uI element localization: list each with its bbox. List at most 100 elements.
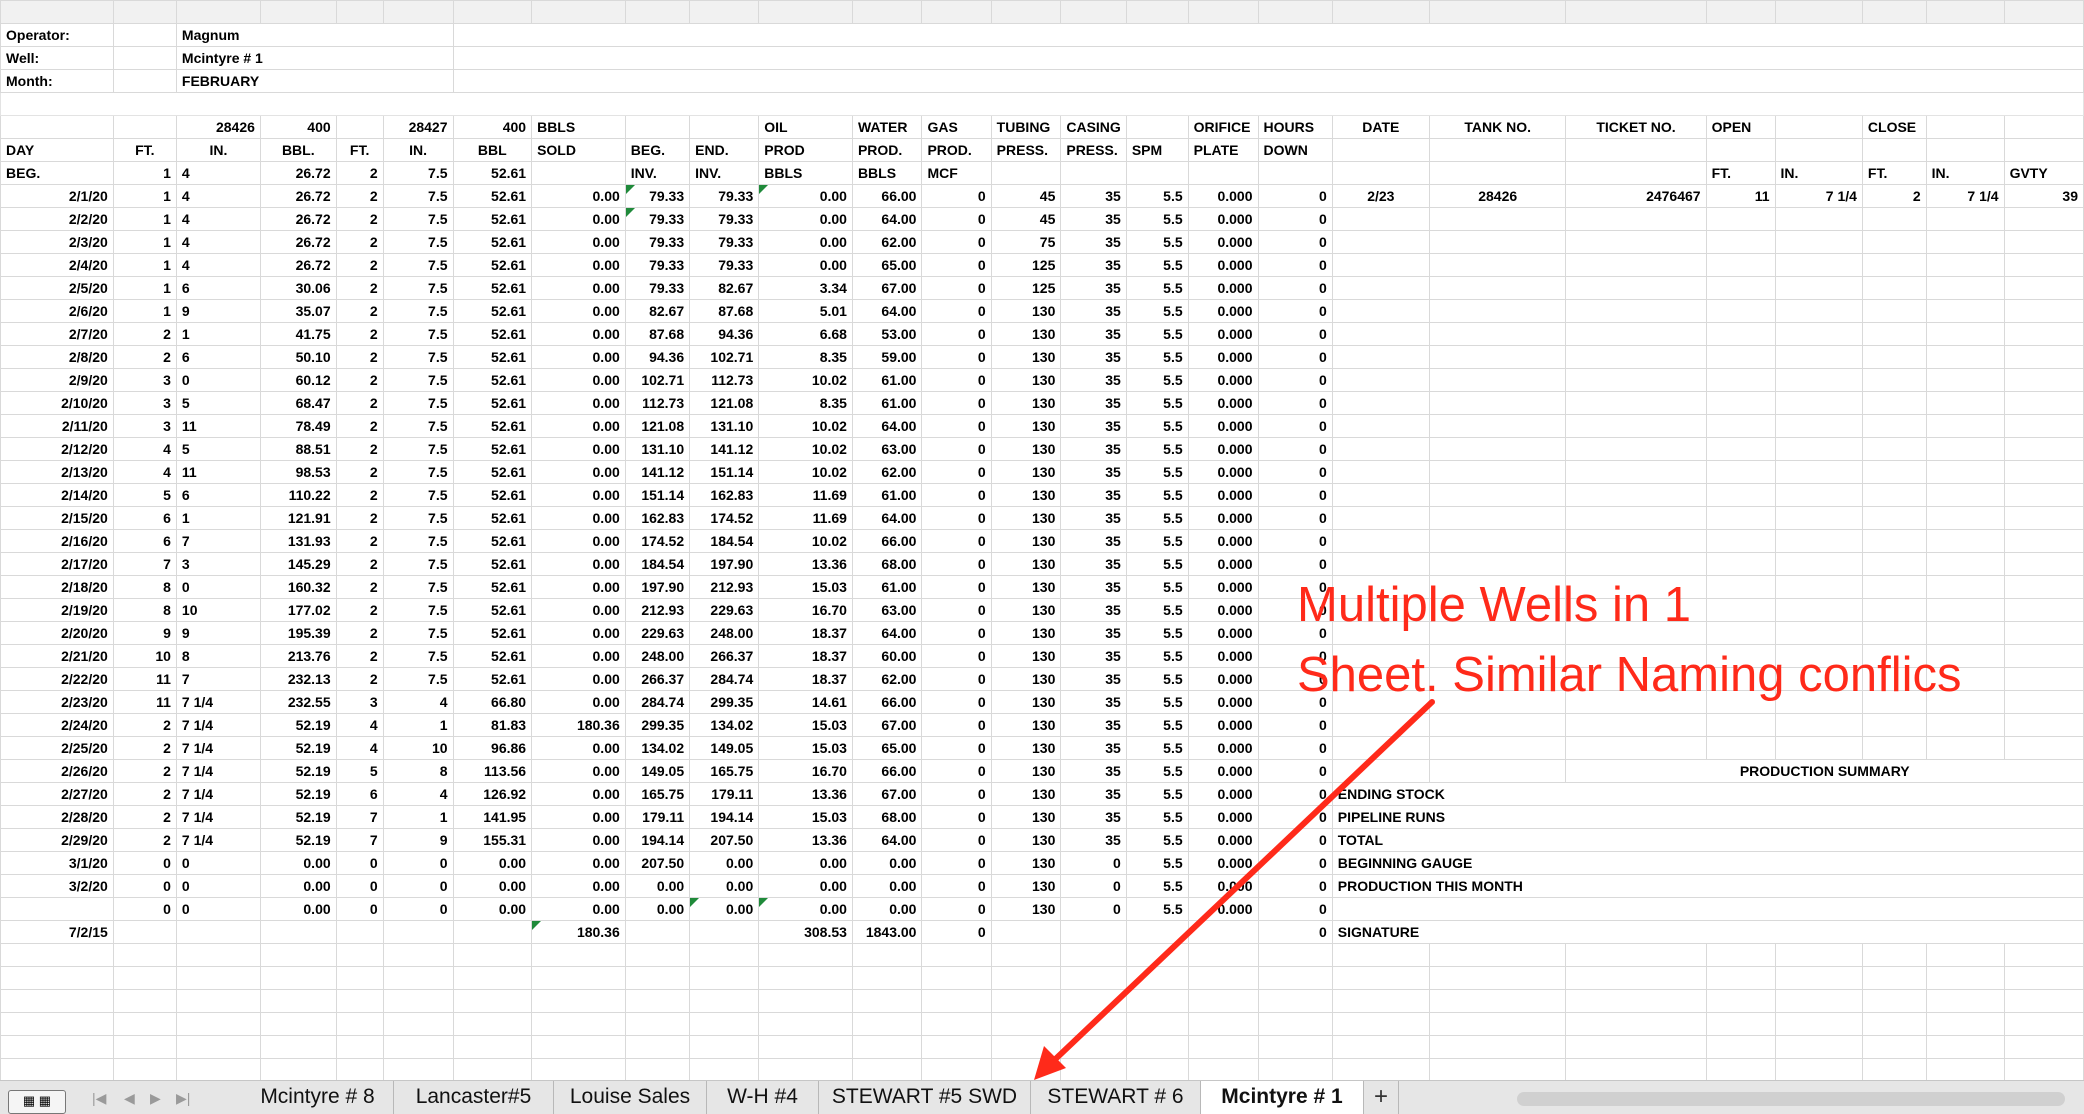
tab-mcintyre-1[interactable]: Mcintyre # 1 (1201, 1081, 1364, 1114)
cell-spm[interactable]: 5.5 (1125, 851, 1189, 875)
cell-sold[interactable]: 0.00 (531, 368, 626, 392)
cell-gas[interactable]: 0 (921, 667, 992, 691)
cell-ft2[interactable]: 7 (335, 828, 384, 852)
cell-water[interactable]: 66.00 (851, 184, 923, 208)
cell-bbl1[interactable]: 52.19 (259, 805, 337, 829)
cell-ft1[interactable]: 11 (112, 667, 177, 691)
cell-day[interactable]: 2/3/20 (0, 230, 114, 254)
cell-bbl2[interactable]: 52.61 (452, 598, 533, 622)
summary-total[interactable]: TOTAL (1331, 828, 2084, 852)
cell-spm[interactable]: 5.5 (1125, 368, 1189, 392)
cell-bbl1[interactable]: 50.10 (259, 345, 337, 369)
cell-bbl2[interactable]: 52.61 (452, 460, 533, 484)
cell-hours[interactable]: 0 (1257, 598, 1333, 622)
cell-orifice[interactable]: 0.000 (1187, 391, 1259, 415)
table-row[interactable]: 2/27/20 2 7 1/4 52.19 6 4 126.92 0.00 165.75 179.… (0, 782, 2084, 806)
table-row[interactable]: 2/1/20 1 4 26.72 2 7.5 52.61 0.00 79.33 79.33 0.00… (0, 184, 2084, 208)
cell-water[interactable]: 66.00 (851, 529, 923, 553)
cell-end-inv[interactable]: 194.14 (689, 805, 760, 829)
cell-in1[interactable]: 7 (175, 529, 261, 553)
cell-casing[interactable]: 35 (1060, 184, 1127, 208)
cell-hours[interactable]: 0 (1257, 207, 1333, 231)
cell-day[interactable]: 2/13/20 (0, 460, 114, 484)
well-report-table[interactable]: Operator: Magnum Well: Mcintyre # 1 Mont… (0, 0, 2084, 1080)
cell-water[interactable]: 67.00 (851, 713, 923, 737)
cell-day[interactable]: 2/22/20 (0, 667, 114, 691)
cell-in2[interactable]: 1 (382, 805, 454, 829)
water-header[interactable]: WATER (851, 115, 923, 139)
cell-water[interactable]: 61.00 (851, 575, 923, 599)
cell-end-inv[interactable]: 165.75 (689, 759, 760, 783)
water-prod-header[interactable]: PROD. (851, 138, 923, 162)
cell-oil[interactable]: 10.02 (758, 460, 853, 484)
cell-ft1[interactable]: 2 (112, 782, 177, 806)
cell-ft2[interactable]: 2 (335, 437, 384, 461)
cell-ft2[interactable]: 2 (335, 644, 384, 668)
cell-tubing[interactable]: 125 (990, 276, 1062, 300)
cell-sold[interactable]: 0.00 (531, 184, 626, 208)
cell-beg-inv[interactable]: 151.14 (624, 483, 691, 507)
cell-end-inv[interactable]: 112.73 (689, 368, 760, 392)
cell-ft2[interactable]: 2 (335, 598, 384, 622)
cell-ft1[interactable]: 0 (112, 897, 177, 921)
cell-hours[interactable]: 0 (1257, 736, 1333, 760)
cell-ft2[interactable]: 2 (335, 253, 384, 277)
cell-bbl1[interactable]: 232.55 (259, 690, 337, 714)
cell-ft2[interactable]: 2 (335, 391, 384, 415)
date-header[interactable]: DATE (1331, 115, 1430, 139)
cell-water[interactable]: 66.00 (851, 690, 923, 714)
cell-spm[interactable]: 5.5 (1125, 460, 1189, 484)
summary-beginning-gauge[interactable]: BEGINNING GAUGE (1331, 851, 2084, 875)
cell-tubing[interactable]: 130 (990, 437, 1062, 461)
plate-header[interactable]: PLATE (1187, 138, 1259, 162)
cell-sold[interactable]: 0.00 (531, 276, 626, 300)
cell-bbl1[interactable]: 177.02 (259, 598, 337, 622)
cell-ft1[interactable]: 1 (112, 276, 177, 300)
cell-ft2[interactable]: 5 (335, 759, 384, 783)
cell-ft1[interactable]: 1 (112, 253, 177, 277)
orifice-header[interactable]: ORIFICE (1187, 115, 1259, 139)
cell-day[interactable]: 2/2/20 (0, 207, 114, 231)
oil-bbls-sub[interactable]: BBLS (758, 161, 853, 185)
total-oil[interactable]: 308.53 (758, 920, 853, 944)
cell-ft2[interactable]: 4 (335, 713, 384, 737)
cell-bbl2[interactable]: 155.31 (452, 828, 533, 852)
cell-water[interactable]: 63.00 (851, 437, 923, 461)
cell-bbl2[interactable]: 52.61 (452, 552, 533, 576)
cell-gas[interactable]: 0 (921, 460, 992, 484)
cell-in1[interactable]: 0 (175, 575, 261, 599)
cell-casing[interactable]: 35 (1060, 621, 1127, 645)
cell-orifice[interactable]: 0.000 (1187, 851, 1259, 875)
cell-beg-inv[interactable]: 179.11 (624, 805, 691, 829)
cell-gas[interactable]: 0 (921, 782, 992, 806)
cell-bbl1[interactable]: 68.47 (259, 391, 337, 415)
cell-orifice[interactable]: 0.000 (1187, 644, 1259, 668)
cell-water[interactable]: 62.00 (851, 667, 923, 691)
table-row[interactable]: 2/18/20 8 0 160.32 2 7.5 52.61 0.00 197.90 212.93… (0, 575, 2084, 599)
cell-in1[interactable]: 7 1/4 (175, 759, 261, 783)
table-row[interactable]: 2/7/20 2 1 41.75 2 7.5 52.61 0.00 87.68 94.36 6.68… (0, 322, 2084, 346)
cell-sold[interactable]: 0.00 (531, 874, 626, 898)
next-sheet-icon[interactable]: ▶ (150, 1090, 161, 1107)
cell-orifice[interactable]: 0.000 (1187, 828, 1259, 852)
cell-casing[interactable]: 35 (1060, 575, 1127, 599)
cell-day[interactable]: 2/16/20 (0, 529, 114, 553)
cell-orifice[interactable]: 0.000 (1187, 575, 1259, 599)
cell-bbl1[interactable]: 26.72 (259, 230, 337, 254)
tab-stewart-5-swd[interactable]: STEWART #5 SWD (819, 1081, 1031, 1114)
cell-sold[interactable]: 0.00 (531, 851, 626, 875)
ticket-no-header[interactable]: TICKET NO. (1565, 115, 1707, 139)
cell-orifice[interactable]: 0.000 (1187, 299, 1259, 323)
cell-gas[interactable]: 0 (921, 552, 992, 576)
cell-orifice[interactable]: 0.000 (1187, 805, 1259, 829)
cell-ft1[interactable]: 7 (112, 552, 177, 576)
cell-ft1[interactable]: 2 (112, 713, 177, 737)
cell-in2[interactable]: 7.5 (382, 368, 454, 392)
cell-in1[interactable]: 11 (175, 414, 261, 438)
cell-beg-inv[interactable]: 79.33 (624, 276, 691, 300)
cell-gas[interactable]: 0 (921, 851, 992, 875)
cell-ft1[interactable]: 8 (112, 598, 177, 622)
cell-orifice[interactable]: 0.000 (1187, 207, 1259, 231)
cell-bbl1[interactable]: 145.29 (259, 552, 337, 576)
cell-ft2[interactable]: 6 (335, 782, 384, 806)
